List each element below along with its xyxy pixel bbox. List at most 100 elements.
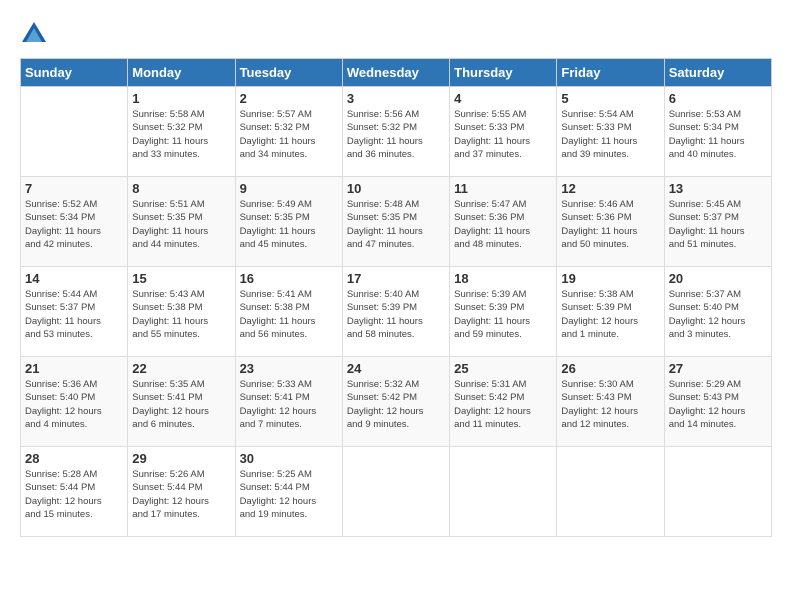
- day-number: 16: [240, 271, 338, 286]
- day-number: 18: [454, 271, 552, 286]
- day-cell: 29Sunrise: 5:26 AM Sunset: 5:44 PM Dayli…: [128, 447, 235, 537]
- day-cell: 2 Sunrise: 5:57 AM Sunset: 5:32 PM Daylig…: [235, 87, 342, 177]
- day-number: 8: [132, 181, 230, 196]
- week-row-5: 28 Sunrise: 5:28 AM Sunset: 5:44 PM Dayli…: [21, 447, 772, 537]
- day-number: 23: [240, 361, 338, 376]
- day-number: 12: [561, 181, 659, 196]
- day-info: Sunrise: 5:51 AM Sunset: 5:35 PM Dayligh…: [132, 198, 230, 251]
- day-number: 24: [347, 361, 445, 376]
- day-number: 26: [561, 361, 659, 376]
- day-number: 17: [347, 271, 445, 286]
- week-row-1: 1 Sunrise: 5:58 AM Sunset: 5:32 PM Daylig…: [21, 87, 772, 177]
- day-cell: [557, 447, 664, 537]
- day-info: Sunrise: 5:32 AM Sunset: 5:42 PM Dayligh…: [347, 378, 445, 431]
- day-cell: [342, 447, 449, 537]
- day-cell: 17Sunrise: 5:40 AM Sunset: 5:39 PM Dayli…: [342, 267, 449, 357]
- day-info: Sunrise: 5:36 AM Sunset: 5:40 PM Dayligh…: [25, 378, 123, 431]
- week-row-3: 14 Sunrise: 5:44 AM Sunset: 5:37 PM Dayli…: [21, 267, 772, 357]
- day-cell: 14 Sunrise: 5:44 AM Sunset: 5:37 PM Dayli…: [21, 267, 128, 357]
- day-number: 11: [454, 181, 552, 196]
- logo: [20, 20, 52, 48]
- day-info: Sunrise: 5:37 AM Sunset: 5:40 PM Dayligh…: [669, 288, 767, 341]
- day-cell: 13 Sunrise: 5:45 AM Sunset: 5:37 PM Dayli…: [664, 177, 771, 267]
- day-number: 10: [347, 181, 445, 196]
- week-row-4: 21 Sunrise: 5:36 AM Sunset: 5:40 PM Dayli…: [21, 357, 772, 447]
- day-cell: [450, 447, 557, 537]
- day-cell: 21 Sunrise: 5:36 AM Sunset: 5:40 PM Dayli…: [21, 357, 128, 447]
- day-number: 5: [561, 91, 659, 106]
- day-number: 1: [132, 91, 230, 106]
- day-cell: 5 Sunrise: 5:54 AM Sunset: 5:33 PM Daylig…: [557, 87, 664, 177]
- page-header: [20, 20, 772, 48]
- day-info: Sunrise: 5:57 AM Sunset: 5:32 PM Dayligh…: [240, 108, 338, 161]
- day-info: Sunrise: 5:47 AM Sunset: 5:36 PM Dayligh…: [454, 198, 552, 251]
- day-cell: 22Sunrise: 5:35 AM Sunset: 5:41 PM Dayli…: [128, 357, 235, 447]
- day-number: 21: [25, 361, 123, 376]
- day-cell: 18 Sunrise: 5:39 AM Sunset: 5:39 PM Dayli…: [450, 267, 557, 357]
- day-info: Sunrise: 5:56 AM Sunset: 5:32 PM Dayligh…: [347, 108, 445, 161]
- day-number: 15: [132, 271, 230, 286]
- day-cell: 25Sunrise: 5:31 AM Sunset: 5:42 PM Dayli…: [450, 357, 557, 447]
- day-info: Sunrise: 5:41 AM Sunset: 5:38 PM Dayligh…: [240, 288, 338, 341]
- day-cell: 15Sunrise: 5:43 AM Sunset: 5:38 PM Dayli…: [128, 267, 235, 357]
- day-number: 29: [132, 451, 230, 466]
- day-number: 7: [25, 181, 123, 196]
- header-row: SundayMondayTuesdayWednesdayThursdayFrid…: [21, 59, 772, 87]
- day-info: Sunrise: 5:54 AM Sunset: 5:33 PM Dayligh…: [561, 108, 659, 161]
- header-cell-friday: Friday: [557, 59, 664, 87]
- day-number: 13: [669, 181, 767, 196]
- day-info: Sunrise: 5:25 AM Sunset: 5:44 PM Dayligh…: [240, 468, 338, 521]
- day-cell: 3 Sunrise: 5:56 AM Sunset: 5:32 PM Daylig…: [342, 87, 449, 177]
- day-info: Sunrise: 5:44 AM Sunset: 5:37 PM Dayligh…: [25, 288, 123, 341]
- header-cell-thursday: Thursday: [450, 59, 557, 87]
- day-info: Sunrise: 5:28 AM Sunset: 5:44 PM Dayligh…: [25, 468, 123, 521]
- day-info: Sunrise: 5:49 AM Sunset: 5:35 PM Dayligh…: [240, 198, 338, 251]
- day-info: Sunrise: 5:48 AM Sunset: 5:35 PM Dayligh…: [347, 198, 445, 251]
- day-cell: [21, 87, 128, 177]
- day-number: 28: [25, 451, 123, 466]
- day-number: 20: [669, 271, 767, 286]
- day-number: 19: [561, 271, 659, 286]
- day-cell: 12 Sunrise: 5:46 AM Sunset: 5:36 PM Dayli…: [557, 177, 664, 267]
- day-info: Sunrise: 5:53 AM Sunset: 5:34 PM Dayligh…: [669, 108, 767, 161]
- day-number: 30: [240, 451, 338, 466]
- day-cell: 9 Sunrise: 5:49 AM Sunset: 5:35 PM Daylig…: [235, 177, 342, 267]
- day-number: 2: [240, 91, 338, 106]
- day-cell: 20 Sunrise: 5:37 AM Sunset: 5:40 PM Dayli…: [664, 267, 771, 357]
- header-cell-sunday: Sunday: [21, 59, 128, 87]
- day-info: Sunrise: 5:30 AM Sunset: 5:43 PM Dayligh…: [561, 378, 659, 431]
- day-cell: 6 Sunrise: 5:53 AM Sunset: 5:34 PM Daylig…: [664, 87, 771, 177]
- day-info: Sunrise: 5:58 AM Sunset: 5:32 PM Dayligh…: [132, 108, 230, 161]
- day-info: Sunrise: 5:31 AM Sunset: 5:42 PM Dayligh…: [454, 378, 552, 431]
- day-info: Sunrise: 5:39 AM Sunset: 5:39 PM Dayligh…: [454, 288, 552, 341]
- day-info: Sunrise: 5:45 AM Sunset: 5:37 PM Dayligh…: [669, 198, 767, 251]
- day-number: 3: [347, 91, 445, 106]
- day-cell: 28 Sunrise: 5:28 AM Sunset: 5:44 PM Dayli…: [21, 447, 128, 537]
- calendar-table: SundayMondayTuesdayWednesdayThursdayFrid…: [20, 58, 772, 537]
- day-cell: 24 Sunrise: 5:32 AM Sunset: 5:42 PM Dayli…: [342, 357, 449, 447]
- day-number: 27: [669, 361, 767, 376]
- day-cell: 27 Sunrise: 5:29 AM Sunset: 5:43 PM Dayli…: [664, 357, 771, 447]
- header-cell-tuesday: Tuesday: [235, 59, 342, 87]
- day-number: 14: [25, 271, 123, 286]
- day-info: Sunrise: 5:29 AM Sunset: 5:43 PM Dayligh…: [669, 378, 767, 431]
- day-cell: 1 Sunrise: 5:58 AM Sunset: 5:32 PM Daylig…: [128, 87, 235, 177]
- day-cell: 16 Sunrise: 5:41 AM Sunset: 5:38 PM Dayli…: [235, 267, 342, 357]
- day-info: Sunrise: 5:33 AM Sunset: 5:41 PM Dayligh…: [240, 378, 338, 431]
- logo-icon: [20, 20, 48, 48]
- day-info: Sunrise: 5:46 AM Sunset: 5:36 PM Dayligh…: [561, 198, 659, 251]
- day-cell: 26 Sunrise: 5:30 AM Sunset: 5:43 PM Dayli…: [557, 357, 664, 447]
- day-cell: 10 Sunrise: 5:48 AM Sunset: 5:35 PM Dayli…: [342, 177, 449, 267]
- header-cell-monday: Monday: [128, 59, 235, 87]
- header-cell-saturday: Saturday: [664, 59, 771, 87]
- day-number: 22: [132, 361, 230, 376]
- day-cell: [664, 447, 771, 537]
- week-row-2: 7 Sunrise: 5:52 AM Sunset: 5:34 PM Daylig…: [21, 177, 772, 267]
- day-cell: 19 Sunrise: 5:38 AM Sunset: 5:39 PM Dayli…: [557, 267, 664, 357]
- day-cell: 11 Sunrise: 5:47 AM Sunset: 5:36 PM Dayli…: [450, 177, 557, 267]
- day-number: 9: [240, 181, 338, 196]
- day-info: Sunrise: 5:52 AM Sunset: 5:34 PM Dayligh…: [25, 198, 123, 251]
- day-info: Sunrise: 5:38 AM Sunset: 5:39 PM Dayligh…: [561, 288, 659, 341]
- day-cell: 30 Sunrise: 5:25 AM Sunset: 5:44 PM Dayli…: [235, 447, 342, 537]
- day-number: 6: [669, 91, 767, 106]
